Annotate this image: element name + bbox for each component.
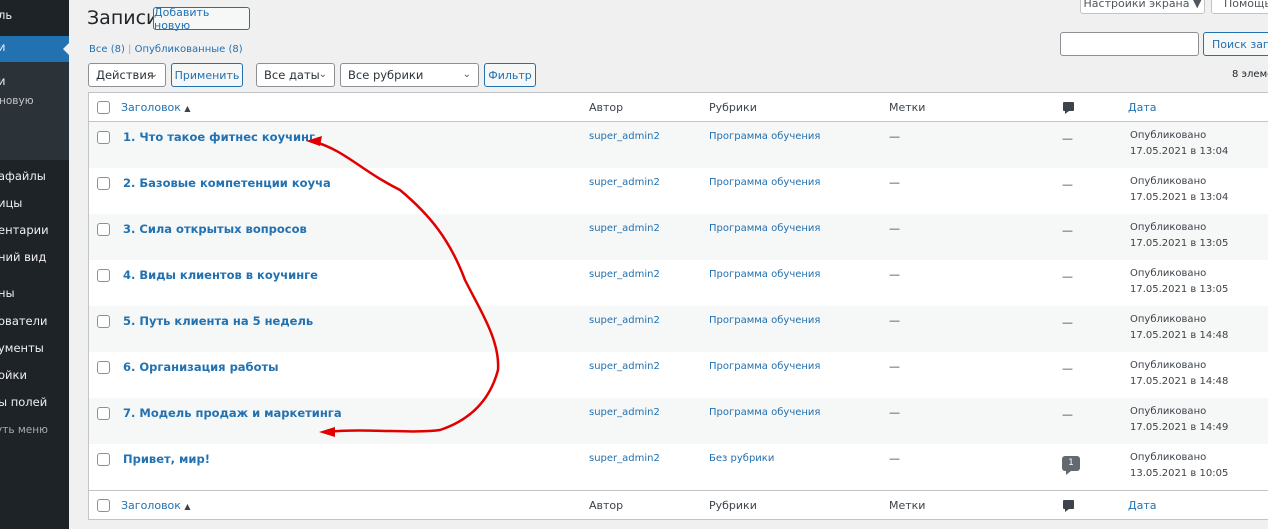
red-arrow-annotation xyxy=(306,136,500,437)
